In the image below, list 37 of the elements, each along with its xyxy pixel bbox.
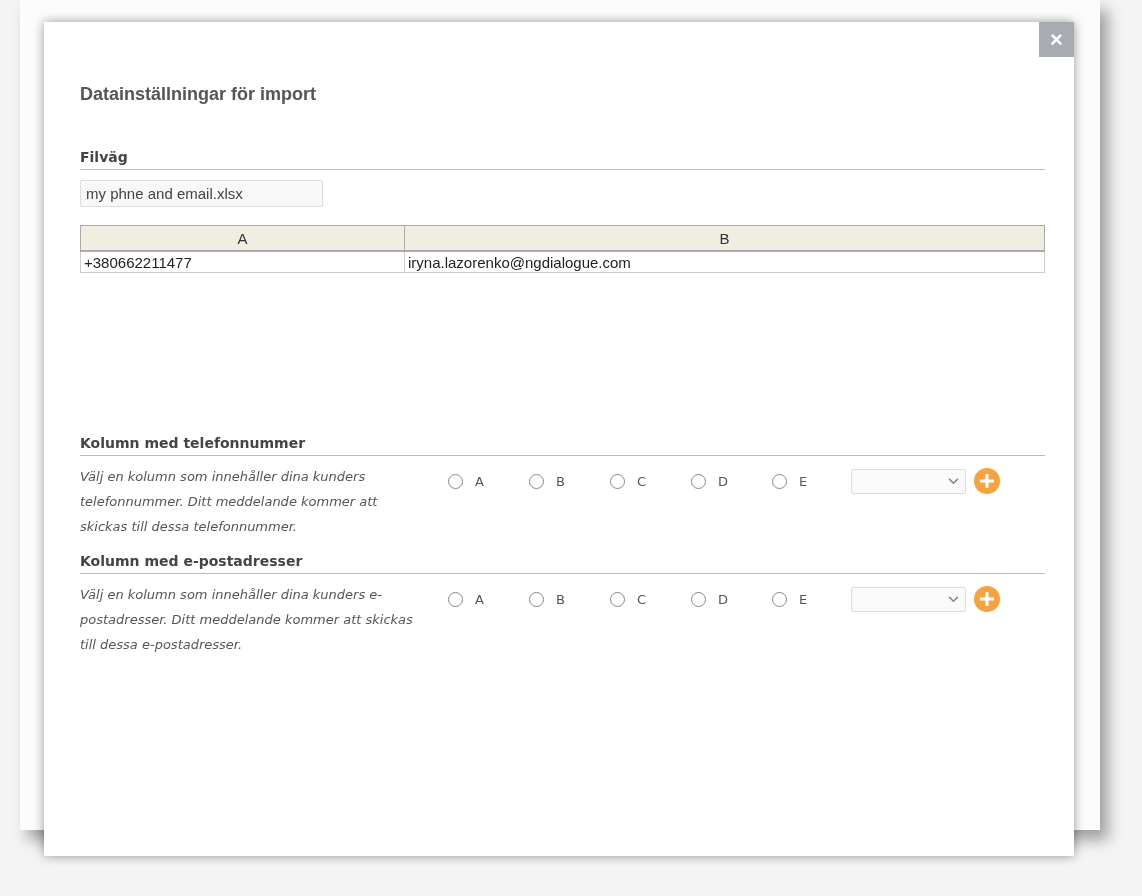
section-heading: Filväg (80, 149, 1045, 170)
radio-icon[interactable] (691, 473, 706, 489)
column-header: B (404, 225, 1045, 251)
radio-icon[interactable] (772, 591, 787, 607)
radio-icon[interactable] (529, 473, 544, 489)
column-radio-option[interactable]: A (448, 591, 529, 607)
column-radio-option[interactable]: B (529, 473, 610, 489)
column-radio-option[interactable]: E (772, 591, 853, 607)
description-text: Välj en kolumn som innehåller dina kunders telefonnummer. Ditt meddelande kommer att skickas till dessa telefonnummer. (80, 468, 379, 536)
radio-icon[interactable] (529, 591, 544, 607)
column-radio-option[interactable]: C (610, 591, 691, 607)
column-radio-option[interactable]: D (691, 473, 772, 489)
table-cell: +380662211477 (80, 251, 405, 273)
column-radio-option[interactable]: D (691, 591, 772, 607)
column-dropdown[interactable] (851, 586, 966, 612)
radio-icon[interactable] (772, 473, 787, 489)
radio-icon[interactable] (448, 591, 463, 607)
dialog-title: Datainställningar för import (80, 84, 318, 105)
column-dropdown[interactable] (851, 468, 966, 494)
table-cell: iryna.lazorenko@ngdialogue.com (404, 251, 1045, 273)
column-radio-option[interactable]: C (610, 473, 691, 489)
description-text: Välj en kolumn som innehåller dina kunders e-postadresser. Ditt meddelande kommer att skickas till dessa e-postadresser. (80, 586, 414, 654)
radio-icon[interactable] (610, 591, 625, 607)
chevron-down-icon (948, 595, 959, 603)
section-heading: Kolumn med e-postadresser (80, 553, 1045, 574)
add-icon[interactable] (974, 468, 1000, 494)
add-icon[interactable] (974, 586, 1000, 612)
column-radio-option[interactable]: A (448, 473, 529, 489)
column-header: A (80, 225, 405, 251)
radio-icon[interactable] (448, 473, 463, 489)
chevron-down-icon (948, 477, 959, 485)
column-radio-option[interactable]: E (772, 473, 853, 489)
radio-icon[interactable] (610, 473, 625, 489)
section-heading: Kolumn med telefonnummer (80, 435, 1045, 456)
radio-icon[interactable] (691, 591, 706, 607)
file-path-field[interactable]: my phne and email.xlsx (80, 180, 323, 207)
column-radio-option[interactable]: B (529, 591, 610, 607)
